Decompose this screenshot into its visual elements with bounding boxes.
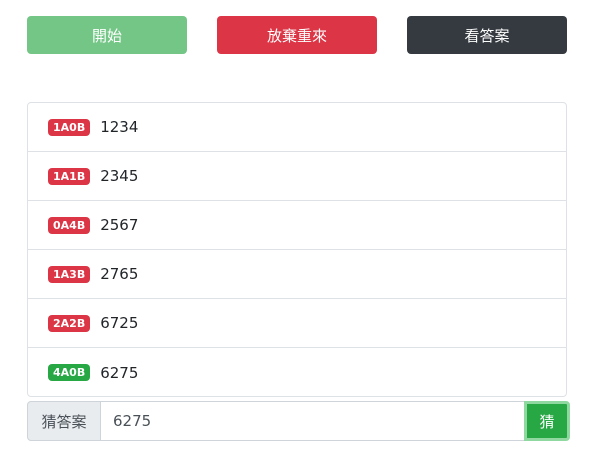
list-item: 1A0B 1234 [28,103,566,152]
result-badge: 1A0B [48,118,91,136]
guess-form: 猜答案 猜 [27,401,570,441]
result-badge: 0A4B [48,216,91,234]
result-badge: 1A3B [48,265,91,283]
give-up-restart-button[interactable]: 放棄重來 [217,16,377,54]
guess-value: 6275 [100,363,139,382]
guess-value: 2765 [100,265,139,283]
result-badge: 4A0B [48,364,91,381]
guess-input[interactable] [101,401,524,441]
guess-value: 1234 [100,118,139,136]
start-button[interactable]: 開始 [27,16,187,54]
show-answer-button[interactable]: 看答案 [407,16,567,54]
list-item: 1A1B 2345 [28,152,566,201]
result-badge: 1A1B [48,167,91,185]
guess-value: 6725 [100,314,139,332]
guess-input-label: 猜答案 [27,401,101,441]
list-item: 4A0B 6275 [28,348,566,397]
toolbar: 開始 放棄重來 看答案 [27,16,567,54]
guess-history-list: 1A0B 1234 1A1B 2345 0A4B 2567 1A3B 2765 … [27,102,567,397]
list-item: 0A4B 2567 [28,201,566,250]
guess-value: 2567 [100,216,139,234]
guess-submit-button[interactable]: 猜 [524,401,570,441]
guess-value: 2345 [100,167,139,185]
list-item: 1A3B 2765 [28,250,566,299]
list-item: 2A2B 6725 [28,299,566,348]
result-badge: 2A2B [48,314,91,332]
